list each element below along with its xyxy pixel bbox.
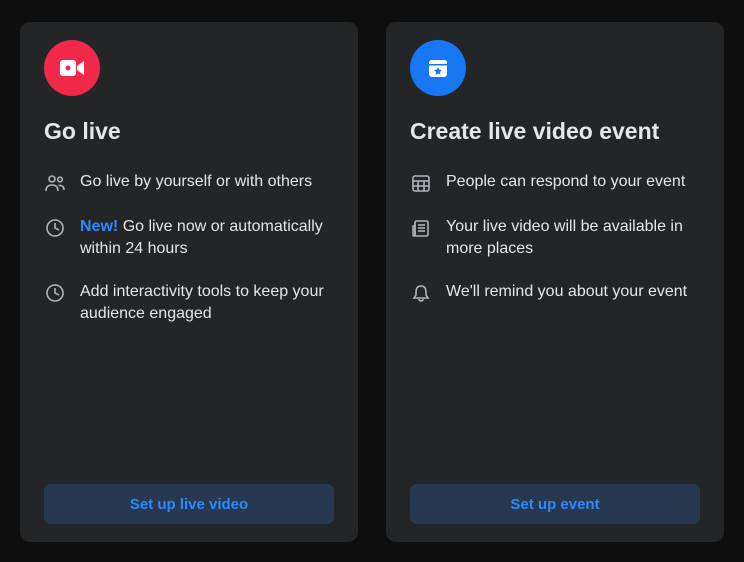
setup-event-button[interactable]: Set up event <box>410 484 700 524</box>
clock-icon <box>44 282 66 304</box>
calendar-icon <box>410 172 432 194</box>
clock-icon <box>44 217 66 239</box>
feature-item: Add interactivity tools to keep your aud… <box>44 281 334 324</box>
feature-text: Your live video will be available in mor… <box>446 216 700 259</box>
feature-text: People can respond to your event <box>446 171 685 193</box>
newspaper-icon <box>410 217 432 239</box>
feature-text: Add interactivity tools to keep your aud… <box>80 281 334 324</box>
feature-item: Your live video will be available in mor… <box>410 216 700 259</box>
new-badge: New! <box>80 218 118 235</box>
feature-text: New! Go live now or automatically within… <box>80 216 334 259</box>
feature-text: Go live by yourself or with others <box>80 171 312 193</box>
feature-item: People can respond to your event <box>410 171 700 194</box>
card-title-go-live: Go live <box>44 118 334 145</box>
feature-item: Go live by yourself or with others <box>44 171 334 194</box>
bell-icon <box>410 282 432 304</box>
feature-text: We'll remind you about your event <box>446 281 687 303</box>
card-create-event: Create live video event People can respo… <box>386 22 724 542</box>
card-title-event: Create live video event <box>410 118 700 145</box>
feature-item: New! Go live now or automatically within… <box>44 216 334 259</box>
setup-live-video-button[interactable]: Set up live video <box>44 484 334 524</box>
feature-item: We'll remind you about your event <box>410 281 700 304</box>
feature-list-event: People can respond to your event Your li… <box>410 171 700 304</box>
card-go-live: Go live Go live by yourself or with othe… <box>20 22 358 542</box>
calendar-star-icon <box>410 40 466 96</box>
people-icon <box>44 172 66 194</box>
feature-list-go-live: Go live by yourself or with others New! … <box>44 171 334 324</box>
video-camera-icon <box>44 40 100 96</box>
